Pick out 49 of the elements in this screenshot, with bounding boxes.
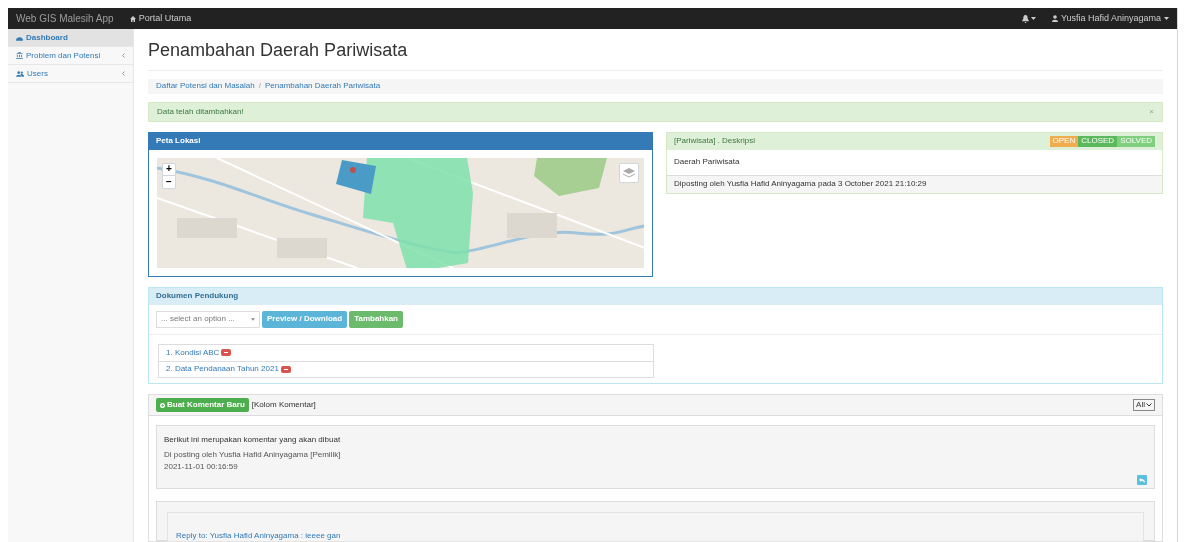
plus-circle-icon bbox=[160, 402, 165, 408]
users-icon bbox=[16, 70, 24, 77]
notification-button[interactable] bbox=[1021, 14, 1036, 23]
bell-icon bbox=[1021, 14, 1029, 23]
caret-icon bbox=[251, 317, 255, 321]
alert-message: Data telah ditambahkan! bbox=[157, 105, 244, 118]
home-icon bbox=[129, 15, 136, 22]
status-label: SOLVED bbox=[1117, 135, 1155, 147]
document-select[interactable]: ... select an option ... bbox=[156, 310, 260, 328]
panel-title: Peta Lokasi bbox=[149, 132, 652, 150]
document-link[interactable]: 1. Kondisi ABC bbox=[166, 346, 220, 359]
caret-icon bbox=[1030, 17, 1036, 20]
filter-select[interactable]: All bbox=[1133, 399, 1155, 411]
remove-button[interactable] bbox=[221, 349, 232, 357]
minus-icon bbox=[224, 352, 229, 354]
chevron-left-icon bbox=[122, 71, 125, 76]
app-brand[interactable]: Web GIS Malesih App bbox=[16, 11, 114, 26]
dashboard-icon bbox=[16, 34, 23, 41]
zoom-out-button[interactable]: − bbox=[163, 175, 175, 188]
layers-icon bbox=[623, 167, 635, 178]
page-title: Penambahan Daerah Pariwisata bbox=[148, 37, 1163, 71]
portal-link[interactable]: Portal Utama bbox=[129, 11, 192, 26]
sidebar-item[interactable]: Dashboard bbox=[8, 29, 133, 47]
breadcrumb-link[interactable]: Penambahan Daerah Pariwisata bbox=[264, 80, 381, 93]
document-link[interactable]: 2. Data Pendanaan Tahun 2021 bbox=[166, 363, 279, 376]
zoom-in-button[interactable]: + bbox=[163, 163, 175, 176]
user-menu[interactable]: Yusfia Hafid Aninyagama bbox=[1051, 11, 1169, 26]
panel-title: [Kolom Komentar] bbox=[251, 399, 316, 411]
reply-button[interactable] bbox=[1137, 475, 1147, 485]
reply-icon bbox=[1139, 477, 1145, 483]
chevron-left-icon bbox=[122, 53, 125, 58]
minus-icon bbox=[283, 368, 288, 370]
user-icon bbox=[1051, 15, 1058, 22]
bank-icon bbox=[16, 52, 23, 59]
status-label: CLOSED bbox=[1078, 135, 1118, 147]
caret-icon bbox=[1146, 403, 1152, 407]
breadcrumb-link[interactable]: Daftar Potensi dan Masalah bbox=[156, 80, 255, 93]
reply-text: Reply to: Yusfia Hafid Aninyagama : ieeee gan bbox=[176, 531, 341, 540]
comment-time: 2021-11-01 00:16:59 bbox=[164, 461, 239, 473]
breadcrumb-separator: / bbox=[258, 80, 261, 93]
panel-title: Dokumen Pendukung bbox=[149, 287, 1162, 305]
comment-author: Di posting oleh Yusfia Hafid Aninyagama [Pemilik] bbox=[164, 449, 342, 461]
comment-text: Berikut ini merupakan komentar yang akan dibuat bbox=[164, 434, 342, 446]
remove-button[interactable] bbox=[280, 365, 291, 373]
layers-button[interactable] bbox=[619, 162, 639, 183]
status-label: OPEN bbox=[1049, 135, 1079, 147]
new-comment-button[interactable]: Buat Komentar Baru bbox=[156, 398, 249, 412]
caret-icon bbox=[1164, 17, 1169, 20]
panel-title: [Pariwisata] . Deskripsi bbox=[674, 135, 755, 148]
